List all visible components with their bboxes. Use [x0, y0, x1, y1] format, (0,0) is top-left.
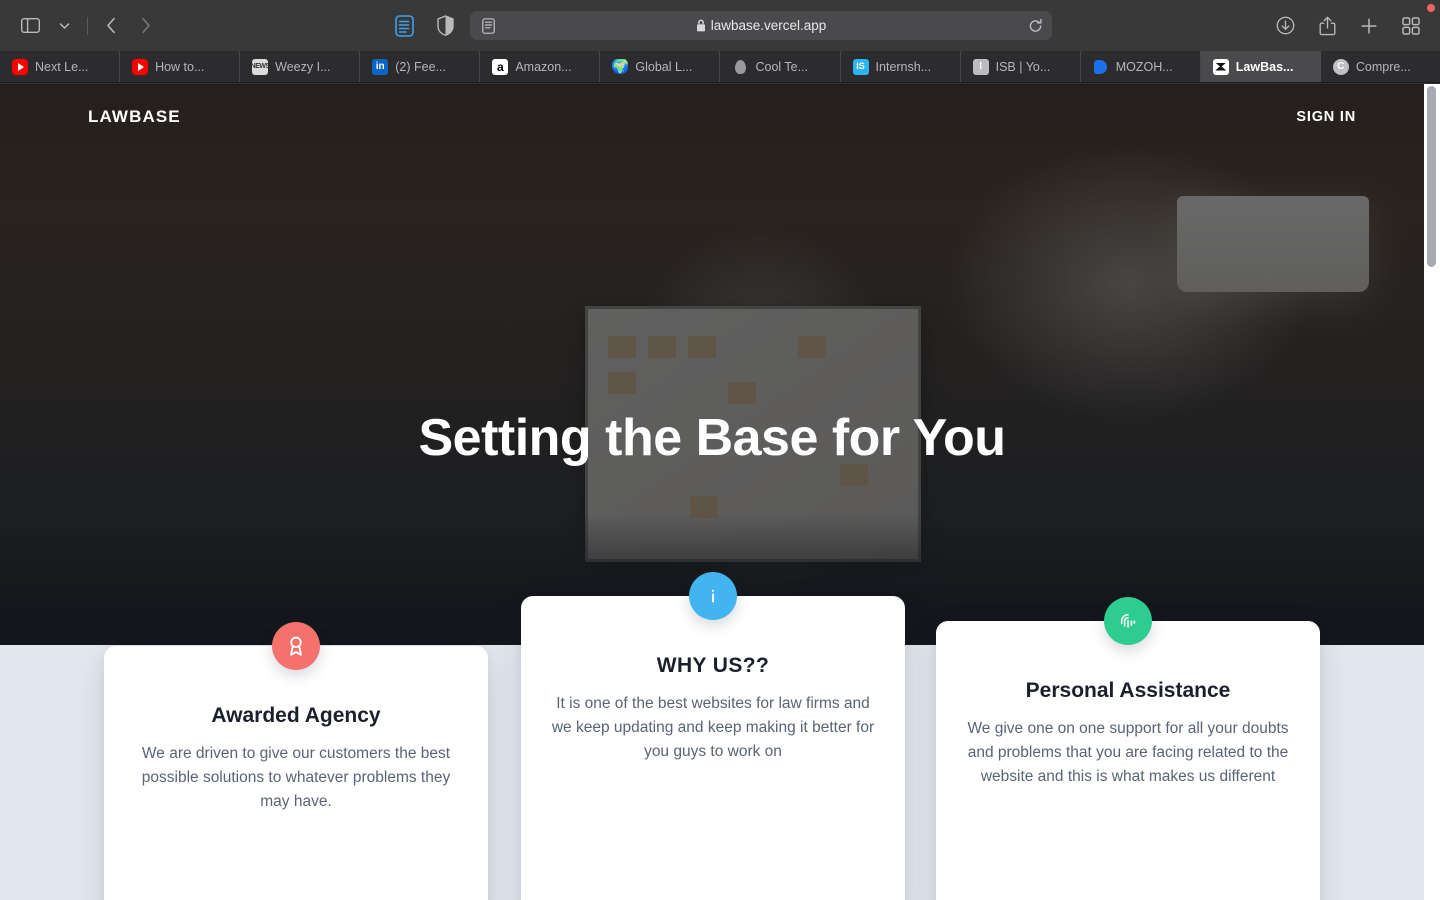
card-title: Personal Assistance [1025, 679, 1231, 702]
tab-label: Cool Te... [755, 59, 809, 74]
card-title: Awarded Agency [211, 704, 381, 727]
compress-icon: C [1332, 58, 1349, 75]
tab-label: MOZOH... [1115, 59, 1173, 74]
card-text: It is one of the best websites for law f… [551, 695, 875, 761]
tab-label: Amazon... [515, 59, 572, 74]
tab-label: Global L... [635, 59, 693, 74]
isb-icon: I [972, 58, 989, 75]
globe-icon: 🌍 [612, 59, 628, 75]
info-icon [689, 572, 737, 620]
news-icon: NEWS [252, 58, 269, 75]
browser-tab[interactable]: MOZOH... [1081, 51, 1201, 82]
card-why-us[interactable]: WHY US?? It is one of the best websites … [521, 572, 905, 900]
blob-icon [732, 59, 748, 75]
chevron-down-icon[interactable] [48, 11, 80, 41]
browser-tab[interactable]: a Amazon... [480, 51, 601, 82]
tab-label: LawBas... [1235, 59, 1294, 74]
browser-tab[interactable]: How to... [120, 51, 241, 82]
linkedin-icon: in [372, 58, 389, 75]
forward-chevron-icon[interactable] [129, 11, 161, 41]
notes-extension-icon[interactable] [388, 11, 420, 41]
card-body: Awarded Agency We are driven to give our… [130, 646, 462, 814]
internshala-icon: IS [852, 58, 869, 75]
browser-tab[interactable]: I ISB | Yo... [961, 51, 1081, 82]
reader-view-icon[interactable] [472, 11, 504, 41]
browser-toolbar: lawbase.vercel.app [0, 0, 1440, 51]
youtube-icon [132, 58, 149, 75]
reload-icon[interactable] [1028, 18, 1043, 33]
tab-label: How to... [155, 59, 205, 74]
browser-window: lawbase.vercel.app Next Le... How to... … [0, 0, 1440, 900]
notification-dot [1427, 4, 1435, 12]
browser-tab[interactable]: IS Internsh... [841, 51, 961, 82]
tab-overview-icon[interactable] [1395, 11, 1427, 41]
toolbar-left-group [0, 11, 161, 41]
browser-tab[interactable]: NEWS Weezy I... [240, 51, 361, 82]
card-body: WHY US?? It is one of the best websites … [547, 596, 879, 764]
plus-icon[interactable] [1353, 11, 1385, 41]
card-personal-assistance[interactable]: Personal Assistance We give one on one s… [936, 597, 1320, 900]
card-text: We are driven to give our customers the … [141, 745, 451, 811]
address-bar[interactable]: lawbase.vercel.app [470, 11, 1052, 40]
feature-cards: Awarded Agency We are driven to give our… [0, 84, 1440, 900]
youtube-icon [12, 58, 28, 75]
tab-label: Internsh... [875, 59, 932, 74]
fingerprint-icon [1104, 597, 1152, 645]
tab-label: (2) Fee... [395, 59, 446, 74]
lock-icon [696, 19, 706, 32]
address-bar-url: lawbase.vercel.app [710, 18, 827, 33]
page-viewport: LAWBASE SIGN IN Setting the Base for You… [0, 84, 1440, 900]
mozohack-icon [1093, 59, 1109, 75]
privacy-shield-icon[interactable] [429, 11, 461, 41]
lawbase-icon [1212, 58, 1229, 75]
tab-label: Weezy I... [275, 59, 331, 74]
tab-label: ISB | Yo... [995, 59, 1051, 74]
card-title: WHY US?? [656, 654, 770, 677]
award-medal-icon [272, 622, 320, 670]
card-text: We give one on one support for all your … [967, 720, 1289, 786]
toolbar-center-group: lawbase.vercel.app [0, 0, 1440, 51]
browser-tab[interactable]: in (2) Fee... [360, 51, 481, 82]
toolbar-divider [87, 16, 88, 35]
toolbar-right-group [1269, 11, 1440, 41]
sidebar-toggle-icon[interactable] [14, 11, 46, 41]
card-awarded-agency[interactable]: Awarded Agency We are driven to give our… [104, 622, 488, 900]
amazon-icon: a [492, 58, 509, 75]
tab-label: Compre... [1355, 59, 1411, 74]
browser-tab[interactable]: C Compre... [1321, 51, 1440, 82]
share-icon[interactable] [1311, 11, 1343, 41]
browser-tab[interactable]: 🌍 Global L... [600, 51, 721, 82]
browser-tab[interactable]: Next Le... [0, 51, 121, 82]
download-icon[interactable] [1269, 11, 1301, 41]
browser-tab[interactable]: Cool Te... [720, 51, 841, 82]
browser-tab-active[interactable]: LawBas... [1200, 51, 1321, 82]
card-body: Personal Assistance We give one on one s… [962, 621, 1294, 789]
tab-label: Next Le... [35, 59, 89, 74]
tab-bar: Next Le... How to... NEWS Weezy I... in … [0, 51, 1440, 83]
back-chevron-icon[interactable] [95, 11, 127, 41]
